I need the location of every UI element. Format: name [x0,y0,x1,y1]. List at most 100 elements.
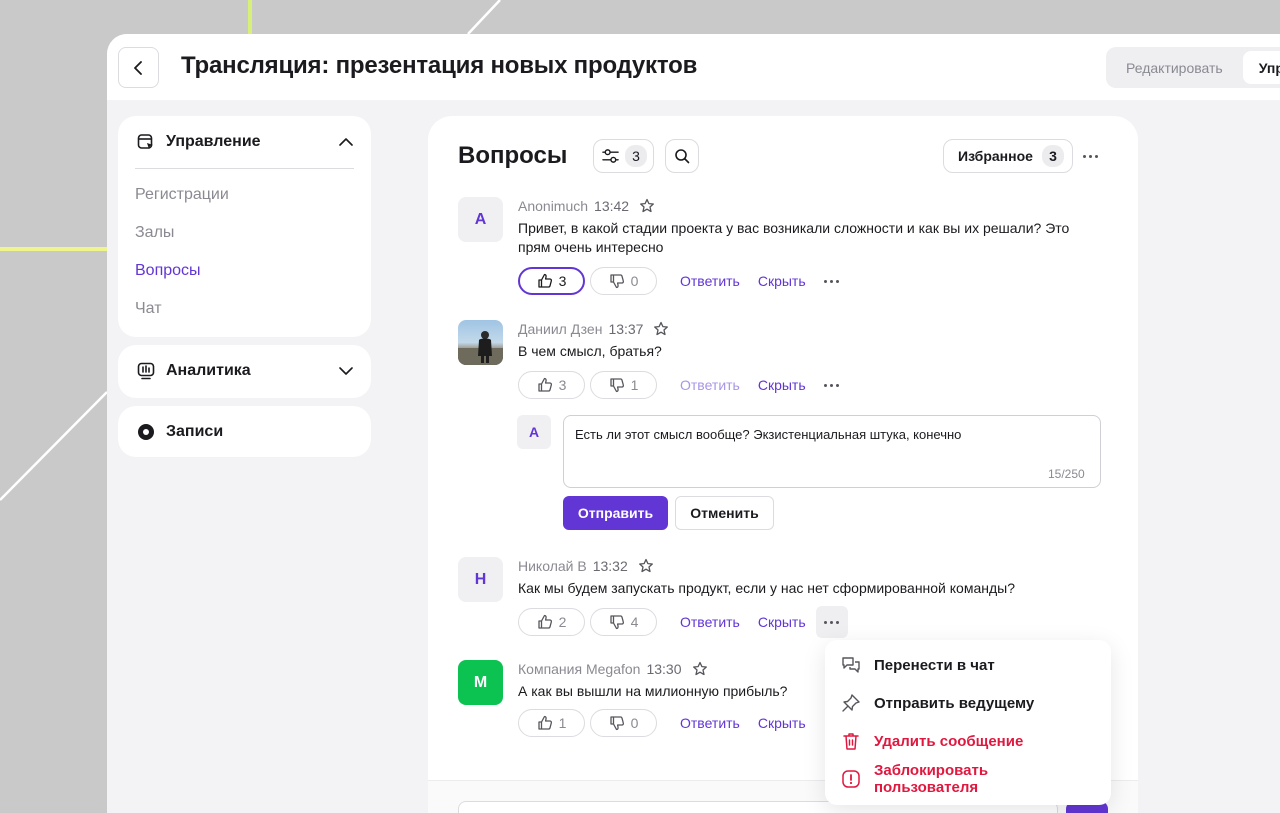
sidebar-management-header[interactable]: Управление [118,116,371,168]
analytics-icon [136,361,156,381]
hide-link[interactable]: Скрыть [758,614,806,630]
avatar: A [458,197,503,242]
dislike-button[interactable]: 0 [590,709,657,737]
like-button[interactable]: 3 [518,267,585,295]
sidebar-management-title: Управление [166,133,261,150]
sidebar-records[interactable]: Записи [118,406,371,457]
favorites-count: 3 [1042,145,1064,167]
hide-link[interactable]: Скрыть [758,273,806,289]
question-meta: Даниил Дзен 13:37 [518,320,669,338]
question-actions: 3 0 Ответить Скрыть [518,265,848,297]
like-count: 3 [558,377,567,393]
thumbs-down-icon [609,274,624,289]
hide-link[interactable]: Скрыть [758,377,806,393]
question-context-menu: Перенести в чат Отправить ведущему Удали… [825,640,1111,805]
question-actions: 3 1 Ответить Скрыть [518,369,848,401]
chevron-down-icon [339,362,353,380]
reply-link[interactable]: Ответить [680,715,740,731]
search-button[interactable] [665,139,699,173]
question-more-button[interactable] [815,606,848,638]
chevron-up-icon [339,133,353,151]
like-button[interactable]: 2 [518,608,585,636]
star-icon[interactable] [639,198,655,214]
sidebar-analytics[interactable]: Аналитика [118,345,371,398]
menu-item-label: Заблокировать пользователя [873,762,989,796]
reply-input[interactable]: Есть ли этот смысл вообще? Экзистенциаль… [563,415,1101,488]
management-icon [136,132,156,152]
question-meta: Anonimuch 13:42 [518,197,655,215]
sidebar-records-header[interactable]: Записи [118,406,371,457]
sidebar-analytics-title: Аналитика [166,362,251,379]
sidebar-management: Управление Регистрации Залы Вопросы Чат [118,116,371,337]
thumbs-up-icon [537,377,552,392]
menu-delete-message[interactable]: Удалить сообщение [825,722,1111,760]
send-reply-button[interactable]: Отправить [563,496,668,530]
like-button[interactable]: 3 [518,371,585,399]
sidebar-item-registrations[interactable]: Регистрации [118,176,371,214]
filter-button[interactable]: 3 [593,139,654,173]
menu-send-to-host[interactable]: Отправить ведущему [825,684,1111,722]
alert-icon [840,768,862,790]
star-icon[interactable] [692,661,708,677]
menu-block-user[interactable]: Заблокировать пользователя [825,760,1111,798]
mode-manage-tab[interactable]: Упр [1242,51,1280,84]
hide-link[interactable]: Скрыть [758,715,806,731]
thumbs-down-icon [609,378,624,393]
like-count: 2 [558,614,567,630]
question-author: Anonimuch [518,198,589,214]
back-button[interactable] [118,47,159,88]
dislike-button[interactable]: 1 [590,371,657,399]
question-more-button[interactable] [816,369,848,401]
menu-item-label: Удалить сообщение [874,732,1024,750]
question-time: 13:32 [592,558,628,574]
questions-title: Вопросы [458,142,568,169]
avatar: Н [458,557,503,602]
star-icon[interactable] [653,321,669,337]
top-bar: Трансляция: презентация новых продуктов … [107,34,1280,100]
trash-icon [840,730,862,752]
reply-char-counter: 15/250 [1048,467,1085,481]
pin-icon [840,692,862,714]
sidebar-analytics-header[interactable]: Аналитика [118,345,371,397]
cancel-reply-button[interactable]: Отменить [675,496,774,530]
thumbs-up-icon [537,273,552,288]
favorites-button[interactable]: Избранное 3 [943,139,1073,173]
sidebar-records-title: Записи [166,422,224,440]
question-text: В чем смысл, братья? [518,343,662,359]
menu-item-label: Отправить ведущему [874,694,1035,712]
panel-more-button[interactable] [1080,146,1100,166]
sidebar-item-chat[interactable]: Чат [118,290,371,328]
question-item: Н Николай В 13:32 Как мы будем запускать… [458,557,1108,638]
sidebar-item-halls[interactable]: Залы [118,214,371,252]
chevron-left-icon [133,60,142,75]
question-time: 13:42 [594,198,630,214]
question-actions: 1 0 Ответить Скрыть [518,709,806,737]
filter-icon [602,149,619,163]
thumbs-up-icon [537,614,552,629]
question-meta: Николай В 13:32 [518,557,654,575]
dislike-button[interactable]: 0 [590,267,657,295]
avatar [458,320,503,365]
sidebar-item-questions[interactable]: Вопросы [118,252,371,290]
question-more-button[interactable] [816,265,848,297]
dislike-count: 1 [630,377,639,393]
record-icon [136,422,156,442]
question-text: Привет, в какой стадии проекта у вас воз… [518,220,1070,255]
reply-link[interactable]: Ответить [680,377,740,393]
page-title: Трансляция: презентация новых продуктов [181,52,698,79]
dislike-button[interactable]: 4 [590,608,657,636]
like-count: 1 [558,715,567,731]
avatar: M [458,660,503,705]
reply-link[interactable]: Ответить [680,273,740,289]
menu-move-to-chat[interactable]: Перенести в чат [825,646,1111,684]
dislike-count: 0 [630,715,639,731]
mode-switch: Редактировать Упр [1106,47,1280,88]
reply-link[interactable]: Ответить [680,614,740,630]
question-time: 13:37 [608,321,644,337]
mode-edit-tab[interactable]: Редактировать [1106,60,1243,76]
question-actions: 2 4 Ответить Скрыть [518,606,848,638]
question-author: Николай В [518,558,587,574]
like-button[interactable]: 1 [518,709,585,737]
star-icon[interactable] [638,558,654,574]
chat-bubbles-icon [840,654,862,676]
